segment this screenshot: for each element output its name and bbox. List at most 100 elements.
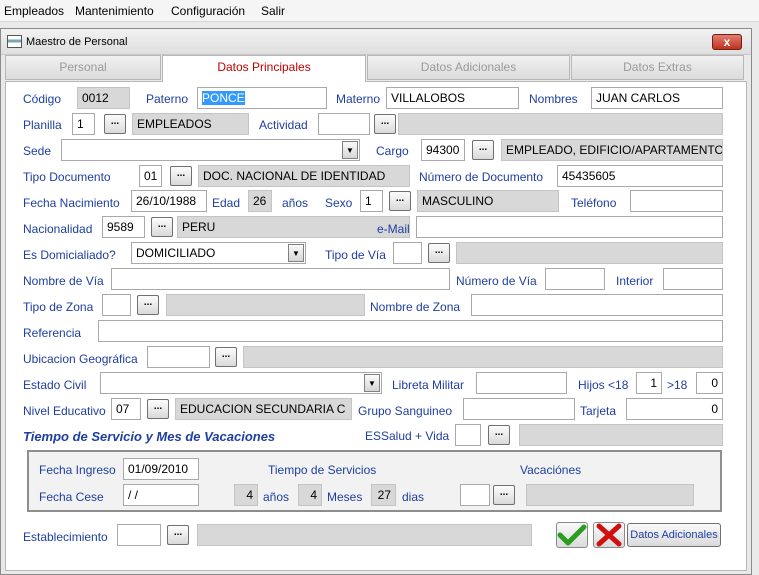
grupo-sanguineo-field[interactable]	[463, 398, 575, 420]
tab-datos-extras[interactable]: Datos Extras	[571, 55, 744, 80]
datos-adicionales-button[interactable]: Datos Adicionales	[627, 523, 721, 547]
hijos-menor-field[interactable]: 1	[636, 372, 662, 394]
sexo-label: Sexo	[325, 196, 353, 210]
essalud-lookup-button[interactable]: ...	[488, 425, 510, 445]
anos-value-field: 4	[234, 484, 258, 506]
nacionalidad-desc-field: PERU	[177, 216, 410, 238]
paterno-field[interactable]: PONCE	[197, 87, 327, 109]
tipo-zona-lookup-button[interactable]: ...	[137, 295, 159, 315]
tarjeta-field[interactable]: 0	[626, 398, 723, 420]
tipo-via-desc-field	[456, 242, 723, 264]
nombre-zona-field[interactable]	[471, 294, 723, 316]
tiempo-servicios-label: Tiempo de Servicios	[268, 463, 377, 477]
actividad-field[interactable]	[318, 113, 370, 135]
tab-datos-adicionales[interactable]: Datos Adicionales	[367, 55, 570, 80]
cargo-lookup-button[interactable]: ...	[472, 140, 494, 160]
tipo-via-field[interactable]	[393, 242, 422, 264]
fecha-cese-field[interactable]: / /	[123, 484, 199, 506]
nivel-desc-field: EDUCACION SECUNDARIA C	[175, 398, 352, 420]
hijos-mayor-label: >18	[667, 378, 688, 392]
es-domiciliado-label: Es Domicialiado?	[23, 248, 116, 262]
nivel-code-field[interactable]: 07	[111, 398, 141, 420]
tipo-doc-lookup-button[interactable]: ...	[170, 166, 192, 186]
planilla-desc-field: EMPLEADOS	[132, 113, 249, 135]
tipo-doc-desc-field: DOC. NACIONAL DE IDENTIDAD	[198, 165, 410, 187]
sexo-code-field[interactable]: 1	[360, 190, 383, 212]
nivel-educativo-label: Nivel Educativo	[23, 404, 106, 418]
sexo-lookup-button[interactable]: ...	[389, 191, 411, 211]
actividad-lookup-button[interactable]: ...	[374, 114, 396, 134]
hijos-menor-label: Hijos <18	[578, 378, 629, 392]
codigo-field: 0012	[77, 87, 130, 109]
libreta-militar-field[interactable]	[476, 372, 567, 394]
tipo-zona-field[interactable]	[102, 294, 131, 316]
numero-via-field[interactable]	[545, 268, 605, 290]
ubicacion-desc-field	[243, 346, 723, 368]
chevron-down-icon[interactable]: ▼	[364, 374, 380, 392]
tarjeta-label: Tarjeta	[580, 404, 617, 418]
paterno-label: Paterno	[146, 92, 189, 106]
tab-personal[interactable]: Personal	[5, 55, 161, 80]
sede-select[interactable]: ▼	[61, 139, 360, 161]
nombre-zona-label: Nombre de Zona	[370, 300, 461, 314]
establecimiento-field[interactable]	[117, 524, 161, 546]
cargo-code-field[interactable]: 94300	[421, 139, 465, 161]
libreta-militar-label: Libreta Militar	[392, 378, 465, 392]
fecha-nacimiento-field[interactable]: 26/10/1988	[131, 190, 207, 212]
menu-salir[interactable]: Salir	[261, 4, 285, 18]
tab-datos-principales[interactable]: Datos Principales	[162, 55, 366, 82]
planilla-lookup-button[interactable]: ...	[104, 114, 126, 134]
materno-field[interactable]: VILLALOBOS	[386, 87, 519, 109]
dias-value-field: 27	[371, 484, 396, 506]
email-field[interactable]	[416, 216, 723, 238]
cargo-label: Cargo	[376, 144, 409, 158]
chevron-down-icon[interactable]: ▼	[288, 244, 304, 262]
nombre-via-field[interactable]	[111, 268, 450, 290]
menu-empleados[interactable]: Empleados	[4, 4, 64, 18]
email-label: e-Mail	[377, 222, 410, 236]
planilla-label: Planilla	[23, 118, 62, 132]
ubicacion-field[interactable]	[147, 346, 210, 368]
planilla-code-field[interactable]: 1	[72, 113, 95, 135]
establecimiento-lookup-button[interactable]: ...	[167, 525, 189, 545]
close-button[interactable]: x	[712, 34, 742, 50]
hijos-mayor-field[interactable]: 0	[696, 372, 723, 394]
tipo-via-lookup-button[interactable]: ...	[428, 243, 450, 263]
paterno-value: PONCE	[202, 91, 245, 105]
domiciliado-select[interactable]: DOMICILIADO ▼	[131, 242, 306, 264]
telefono-field[interactable]	[630, 190, 723, 212]
domiciliado-value: DOMICILIADO	[136, 246, 216, 260]
nacionalidad-code-field[interactable]: 9589	[102, 216, 145, 238]
numero-documento-field[interactable]: 45435605	[557, 165, 723, 187]
sexo-desc-field: MASCULINO	[417, 190, 559, 212]
edad-field: 26	[248, 190, 272, 212]
nacionalidad-lookup-button[interactable]: ...	[151, 217, 173, 237]
codigo-label: Código	[23, 92, 62, 106]
tipo-doc-code-field[interactable]: 01	[139, 165, 162, 187]
tipo-zona-desc-field	[166, 294, 365, 316]
vacaciones-lookup-button[interactable]: ...	[493, 485, 515, 505]
nombres-field[interactable]: JUAN CARLOS	[591, 87, 723, 109]
vacaciones-desc-field	[526, 484, 694, 506]
chevron-down-icon[interactable]: ▼	[342, 141, 358, 159]
ubicacion-lookup-button[interactable]: ...	[215, 347, 237, 367]
estado-civil-select[interactable]: ▼	[100, 372, 382, 394]
accept-button[interactable]	[556, 522, 588, 548]
nacionalidad-label: Nacionalidad	[23, 222, 93, 236]
essalud-field[interactable]	[455, 424, 481, 446]
section-title: Tiempo de Servicio y Mes de Vacaciones	[23, 429, 276, 444]
referencia-field[interactable]	[98, 320, 723, 342]
dias-label: dias	[402, 490, 425, 504]
menu-mantenimiento[interactable]: Mantenimiento	[75, 4, 154, 18]
fecha-nacimiento-label: Fecha Nacimiento	[23, 196, 120, 210]
fecha-cese-label: Fecha Cese	[39, 490, 104, 504]
cancel-button[interactable]	[593, 522, 625, 548]
vacaciones-field[interactable]	[460, 484, 490, 506]
fecha-ingreso-field[interactable]: 01/09/2010	[123, 458, 199, 480]
materno-label: Materno	[336, 92, 381, 106]
actividad-label: Actividad	[259, 118, 308, 132]
nivel-lookup-button[interactable]: ...	[147, 399, 169, 419]
interior-field[interactable]	[663, 268, 723, 290]
menu-configuracion[interactable]: Configuración	[171, 4, 245, 18]
tipo-documento-label: Tipo Documento	[23, 170, 111, 184]
